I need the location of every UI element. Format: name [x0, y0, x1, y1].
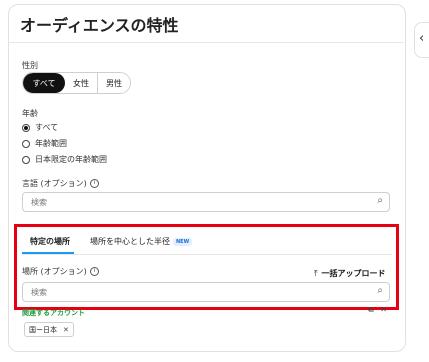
age-option-japan-range[interactable]: 日本限定の年齢範囲 [22, 154, 107, 165]
language-label-row: 言語 (オプション) i [22, 178, 99, 189]
gender-option-all[interactable]: すべて [23, 73, 65, 93]
tab-specific-location[interactable]: 特定の場所 [30, 236, 70, 247]
age-option-range-label: 年齢範囲 [35, 139, 67, 148]
age-label: 年齢 [22, 109, 38, 118]
chevron-left-icon: ‹ [419, 31, 425, 46]
age-option-range[interactable]: 年齢範囲 [22, 138, 67, 149]
radio-selected-icon [22, 123, 30, 132]
gender-label: 性別 [22, 61, 38, 70]
search-icon: ⌕ [377, 285, 383, 296]
location-label: 場所 (オプション) [22, 267, 87, 276]
gender-option-male[interactable]: 男性 [97, 73, 130, 93]
location-search-placeholder: 検索 [31, 288, 47, 297]
radio-icon [22, 155, 30, 164]
gender-option-female[interactable]: 女性 [65, 73, 97, 93]
location-chip[interactable]: 国ー日本 ✕ [24, 322, 74, 337]
copy-icon[interactable]: ⧉ [368, 305, 374, 314]
language-search-placeholder: 検索 [31, 198, 47, 207]
remove-chip-icon[interactable]: ✕ [63, 326, 69, 334]
related-accounts-actions: ⧉ ✕ [368, 305, 387, 315]
divider [8, 42, 404, 43]
search-icon: ⌕ [377, 195, 383, 206]
info-icon[interactable]: i [89, 267, 99, 276]
radio-icon [22, 139, 30, 148]
bulk-upload-label: 一括アップロード [321, 269, 386, 278]
language-label: 言語 (オプション) [22, 179, 87, 188]
page-title: オーディエンスの特性 [20, 16, 179, 35]
language-search-input[interactable]: 検索 ⌕ [22, 192, 390, 212]
collapse-panel-button[interactable]: ‹ [414, 22, 429, 58]
upload-icon: ⤒ [314, 269, 318, 278]
age-option-all[interactable]: すべて [22, 122, 58, 133]
age-option-japan-range-label: 日本限定の年齢範囲 [35, 155, 107, 164]
bulk-upload-button[interactable]: ⤒ 一括アップロード [314, 268, 386, 279]
location-search-input[interactable]: 検索 ⌕ [22, 282, 390, 302]
gender-segmented-control[interactable]: すべて 女性 男性 [22, 72, 131, 94]
tab-radius-location[interactable]: 場所を中心とした半径 NEW [90, 236, 193, 247]
location-label-row: 場所 (オプション) i [22, 266, 99, 277]
tab-radius-label: 場所を中心とした半径 [90, 237, 170, 246]
info-icon[interactable]: i [89, 179, 99, 188]
new-badge: NEW [173, 237, 193, 246]
location-chip-label: 国ー日本 [29, 325, 57, 334]
age-option-all-label: すべて [35, 123, 59, 132]
related-accounts-label: 関連するアカウント [22, 309, 85, 317]
close-icon[interactable]: ✕ [380, 305, 387, 314]
tab-divider [22, 254, 392, 255]
